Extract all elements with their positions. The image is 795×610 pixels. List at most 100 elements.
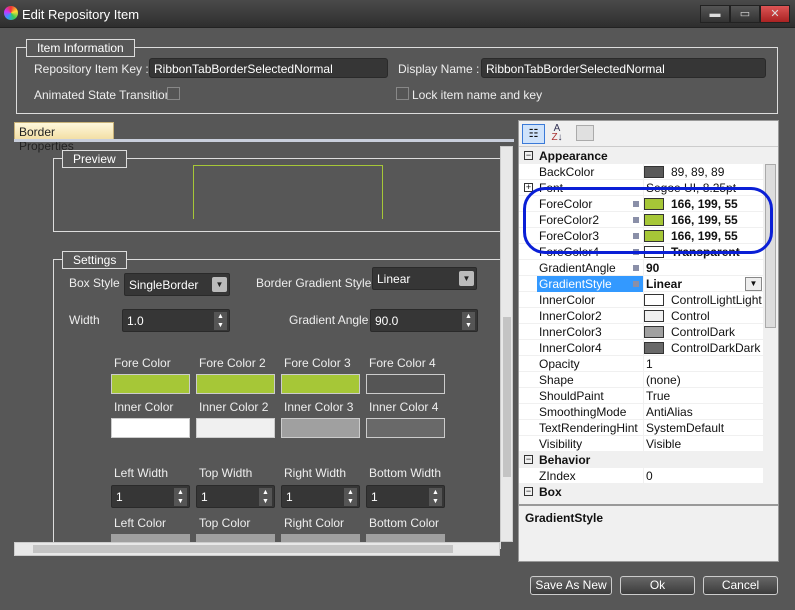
scrollbar-thumb[interactable] <box>33 545 453 553</box>
spin-arrows-icon[interactable]: ▲ ▼ <box>462 312 475 330</box>
property-row[interactable]: InnerColor ControlLightLight <box>519 292 763 308</box>
property-row[interactable]: GradientStyle Linear ▼ <box>519 276 763 292</box>
maximize-button[interactable]: ▭ <box>730 5 760 23</box>
display-name-input[interactable]: RibbonTabBorderSelectedNormal <box>481 58 766 78</box>
lock-item-checkbox[interactable] <box>396 87 409 100</box>
cancel-button[interactable]: Cancel <box>703 576 778 595</box>
property-value[interactable]: SystemDefault <box>646 421 724 435</box>
property-row[interactable]: InnerColor3 ControlDark <box>519 324 763 340</box>
inner-colors-swatch[interactable] <box>281 418 360 438</box>
property-value[interactable]: 89, 89, 89 <box>671 165 724 179</box>
property-value[interactable]: (none) <box>646 373 681 387</box>
inner-colors-swatch[interactable] <box>196 418 275 438</box>
gradient-angle-stepper[interactable]: 90.0 ▲ ▼ <box>370 309 478 332</box>
width-stepper[interactable]: 1 ▲ ▼ <box>111 485 190 508</box>
property-row[interactable]: Visibility Visible <box>519 436 763 452</box>
fore-colors-swatch[interactable] <box>366 374 445 394</box>
lock-item-label: Lock item name and key <box>412 88 543 102</box>
repository-key-label: Repository Item Key : <box>34 62 149 76</box>
spin-arrows-icon[interactable]: ▲ ▼ <box>344 488 357 506</box>
property-row[interactable]: Shape (none) <box>519 372 763 388</box>
item-information-legend: Item Information <box>26 39 135 57</box>
tab-border-properties[interactable]: Border Properties <box>14 122 114 153</box>
alphabetical-sort-icon[interactable]: A Z↓ <box>547 124 567 144</box>
width-value: 1 <box>371 490 378 504</box>
property-value[interactable]: ControlDark <box>671 325 735 339</box>
fore-colors-label: Fore Color 4 <box>369 356 436 370</box>
fore-colors-label: Fore Color 2 <box>199 356 266 370</box>
property-pages-icon[interactable] <box>576 125 594 141</box>
property-value[interactable]: True <box>646 389 670 403</box>
spin-arrows-icon[interactable]: ▲ ▼ <box>259 488 272 506</box>
width-stepper[interactable]: 1 ▲ ▼ <box>366 485 445 508</box>
collapse-icon[interactable]: − <box>524 151 533 160</box>
categorized-view-icon[interactable]: ☷ <box>522 124 545 144</box>
animated-transition-checkbox[interactable] <box>167 87 180 100</box>
property-category[interactable]: − Appearance <box>519 148 763 164</box>
property-row[interactable]: ShouldPaint True <box>519 388 763 404</box>
left-horizontal-scrollbar[interactable] <box>14 542 500 556</box>
property-row[interactable]: InnerColor2 Control <box>519 308 763 324</box>
left-vertical-scrollbar[interactable] <box>500 146 513 542</box>
property-grid-toolbar: ☷ A Z↓ <box>519 121 778 147</box>
ok-button[interactable]: Ok <box>620 576 695 595</box>
property-name: Behavior <box>539 453 591 467</box>
property-value[interactable]: AntiAlias <box>646 405 693 419</box>
property-row[interactable]: Opacity 1 <box>519 356 763 372</box>
color-swatch <box>644 166 664 178</box>
property-row[interactable]: InnerColor4 ControlDarkDark <box>519 340 763 356</box>
close-button[interactable]: ✕ <box>760 5 790 23</box>
fore-colors-swatch[interactable] <box>196 374 275 394</box>
property-category[interactable]: − Behavior <box>519 452 763 468</box>
box-style-select[interactable]: SingleBorder ▼ <box>124 273 230 296</box>
property-value[interactable]: ControlLightLight <box>671 293 762 307</box>
property-name: SmoothingMode <box>539 405 627 419</box>
window-title: Edit Repository Item <box>22 7 140 22</box>
fore-colors-label: Fore Color 3 <box>284 356 351 370</box>
scrollbar-thumb[interactable] <box>503 317 511 477</box>
property-value[interactable]: Linear <box>646 277 682 291</box>
spin-arrows-icon[interactable]: ▲ ▼ <box>429 488 442 506</box>
collapse-icon[interactable]: − <box>524 487 533 496</box>
width-value: 1 <box>201 490 208 504</box>
spin-arrows-icon[interactable]: ▲ ▼ <box>174 488 187 506</box>
save-as-new-button[interactable]: Save As New <box>530 576 612 595</box>
property-row[interactable]: SmoothingMode AntiAlias <box>519 404 763 420</box>
property-category[interactable]: − Box <box>519 484 763 500</box>
width-value: 1 <box>286 490 293 504</box>
property-name: InnerColor4 <box>539 341 602 355</box>
property-row[interactable]: BackColor 89, 89, 89 <box>519 164 763 180</box>
property-value[interactable]: Control <box>671 309 710 323</box>
property-row[interactable]: ZIndex 0 <box>519 468 763 484</box>
width-stepper[interactable]: 1 ▲ ▼ <box>281 485 360 508</box>
property-value[interactable]: Visible <box>646 437 681 451</box>
widths-label: Left Width <box>114 466 169 480</box>
width-value: 1 <box>116 490 123 504</box>
gradient-style-value: Linear <box>377 272 411 286</box>
inner-colors-label: Inner Color <box>114 400 174 414</box>
color-swatch <box>644 326 664 338</box>
border-gradient-style-select[interactable]: Linear ▼ <box>372 267 477 290</box>
property-value[interactable]: 90 <box>646 261 659 275</box>
width-stepper[interactable]: 1 ▲ ▼ <box>196 485 275 508</box>
inner-colors-swatch[interactable] <box>366 418 445 438</box>
settings-legend: Settings <box>62 251 128 269</box>
inner-colors-swatch[interactable] <box>111 418 190 438</box>
collapse-icon[interactable]: − <box>524 455 533 464</box>
property-grid: ☷ A Z↓ − Appearance BackColor 89, 89, 89 + Fon… <box>518 120 779 562</box>
property-value[interactable]: 0 <box>646 469 653 483</box>
property-value[interactable]: ControlDarkDark <box>671 341 760 355</box>
property-name: InnerColor2 <box>539 309 602 323</box>
repository-key-input[interactable]: RibbonTabBorderSelectedNormal <box>149 58 388 78</box>
property-row[interactable]: GradientAngle 90 <box>519 260 763 276</box>
property-row[interactable]: TextRenderingHint SystemDefault <box>519 420 763 436</box>
fore-colors-swatch[interactable] <box>281 374 360 394</box>
property-value[interactable]: 1 <box>646 357 653 371</box>
dropdown-button[interactable]: ▼ <box>745 277 762 291</box>
minimize-button[interactable]: ▬ <box>700 5 730 23</box>
width-stepper[interactable]: 1.0 ▲ ▼ <box>122 309 230 332</box>
fore-colors-swatch[interactable] <box>111 374 190 394</box>
spin-arrows-icon[interactable]: ▲ ▼ <box>214 312 227 330</box>
highlight-annotation <box>523 187 773 254</box>
property-name: ShouldPaint <box>539 389 604 403</box>
